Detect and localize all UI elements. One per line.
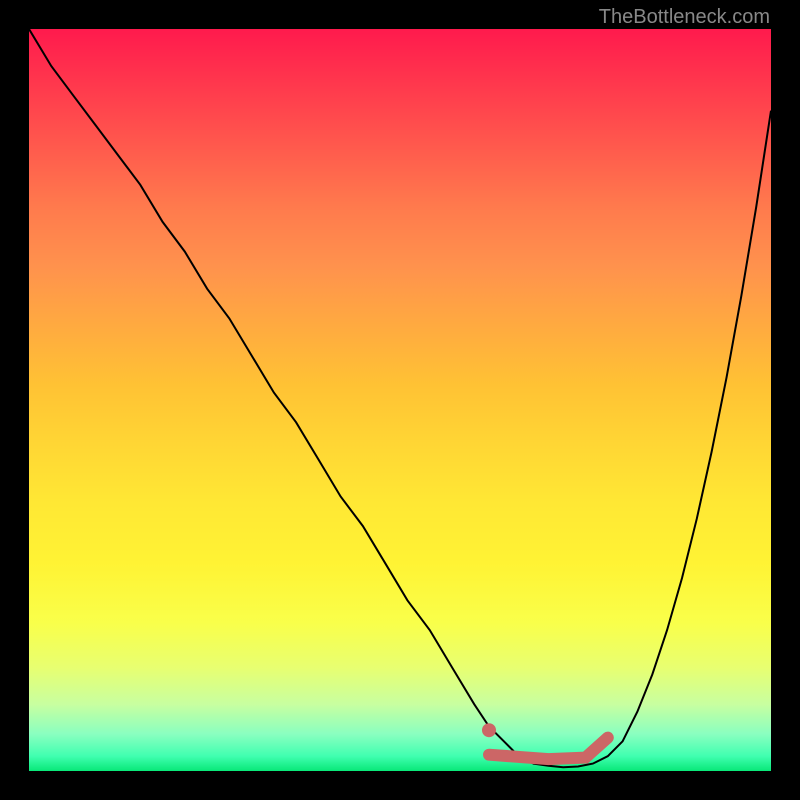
attribution-text: TheBottleneck.com: [599, 6, 770, 29]
optimal-range-marker: [489, 738, 608, 760]
plot-area: [29, 29, 771, 771]
curve-layer: [29, 29, 771, 771]
chart-container: TheBottleneck.com: [0, 0, 800, 800]
bottleneck-curve: [29, 29, 771, 767]
optimal-marker-dot: [482, 723, 496, 737]
